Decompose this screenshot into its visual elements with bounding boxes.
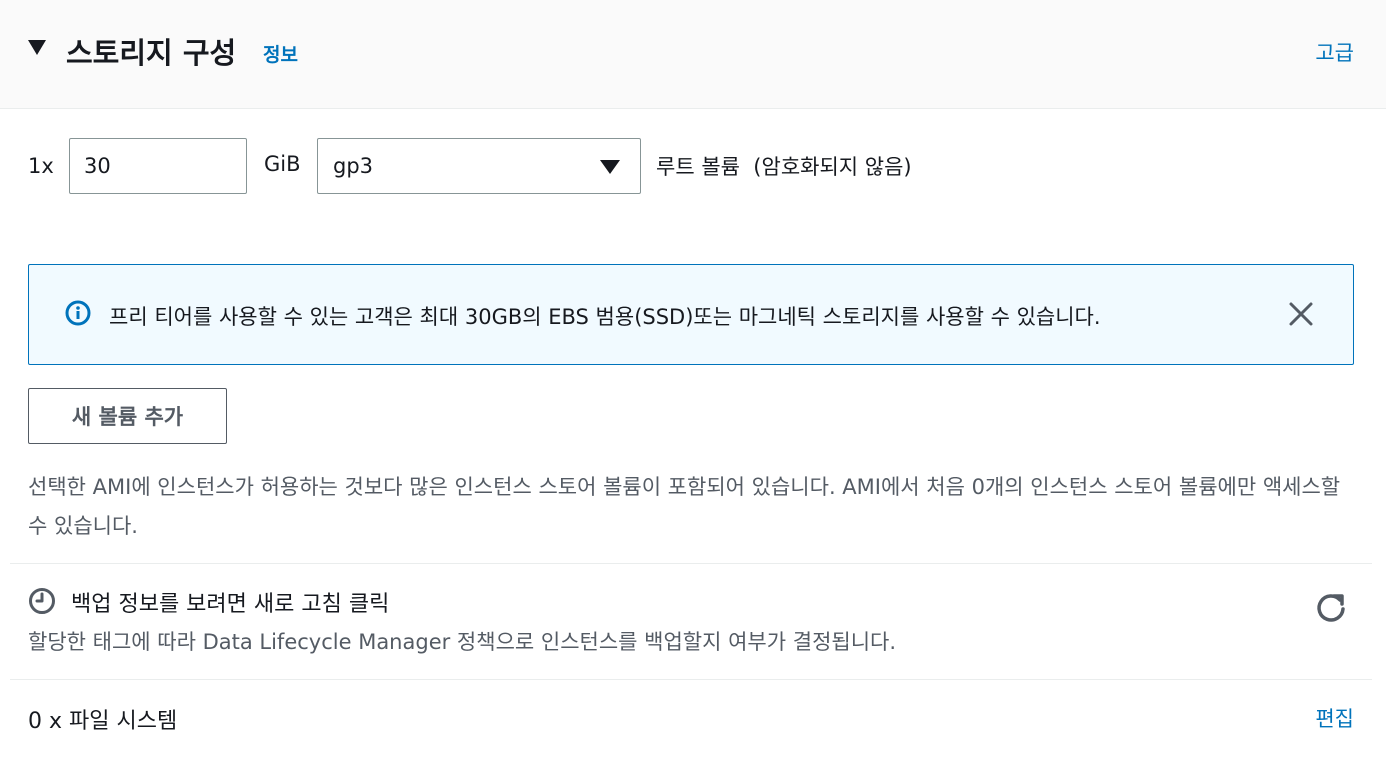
volume-type-value: gp3 (333, 154, 374, 178)
root-volume-label: 루트 볼륨 (암호화되지 않음) (656, 155, 912, 179)
file-system-label: 0 x 파일 시스템 (28, 709, 178, 734)
clock-icon (29, 588, 55, 614)
add-new-volume-button[interactable]: 새 볼륨 추가 (28, 388, 227, 444)
storage-section-header: 스토리지 구성 정보 고급 (0, 0, 1386, 109)
divider (10, 563, 1372, 564)
free-tier-info-alert: 프리 티어를 사용할 수 있는 고객은 최대 30GB의 EBS 범용(SSD)… (28, 264, 1354, 365)
instance-store-note: 선택한 AMI에 인스턴스가 허용하는 것보다 많은 인스턴스 스토어 볼륨이 … (28, 475, 1341, 538)
dropdown-arrow-icon (600, 160, 620, 174)
section-title: 스토리지 구성 (66, 36, 237, 70)
volume-count: 1x (28, 154, 54, 178)
volume-type-select[interactable]: gp3 (317, 138, 641, 194)
edit-file-system-link[interactable]: 편집 (1315, 703, 1354, 733)
backup-info-title: 백업 정보를 보려면 새로 고침 클릭 (71, 592, 390, 617)
alert-message: 프리 티어를 사용할 수 있는 고객은 최대 30GB의 EBS 범용(SSD)… (109, 305, 1101, 329)
volume-size-unit: GiB (264, 152, 301, 176)
backup-info-description: 할당한 태그에 따라 Data Lifecycle Manager 정책으로 인… (28, 630, 897, 654)
volume-size-input[interactable] (69, 138, 247, 194)
close-icon[interactable] (1287, 300, 1315, 328)
collapse-caret-icon[interactable] (28, 40, 46, 55)
refresh-icon[interactable] (1313, 591, 1349, 627)
divider (10, 679, 1372, 680)
root-volume-row: 1x GiB gp3 루트 볼륨 (암호화되지 않음) (28, 138, 912, 194)
info-circle-icon (65, 300, 91, 326)
advanced-link[interactable]: 고급 (1315, 37, 1354, 67)
info-link[interactable]: 정보 (263, 40, 298, 67)
